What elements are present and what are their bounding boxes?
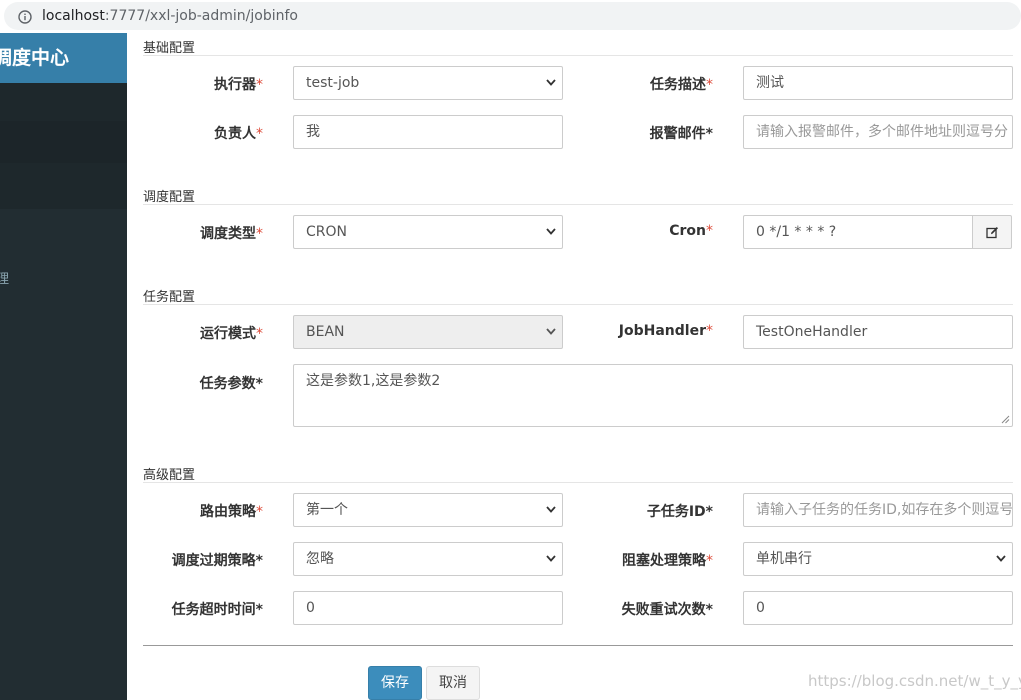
block-strategy-select[interactable]: 单机串行 [743,542,1013,576]
executor-value: test-job [306,75,360,91]
route-strategy-value: 第一个 [306,502,348,518]
section-divider [143,55,1013,56]
timeout-value: 0 [306,600,315,616]
url-host: localhost [42,8,105,24]
job-desc-input[interactable]: 测试 [743,66,1013,100]
cron-label: Cron* [669,223,713,239]
run-mode-value: BEAN [306,324,345,340]
run-mode-label: 运行模式* [200,326,263,342]
sidebar-item-label[interactable]: 理 [0,268,9,287]
alarm-email-input[interactable]: 请输入报警邮件，多个邮件地址则逗号分 [743,115,1013,149]
resize-handle-icon[interactable] [1001,415,1010,424]
misfire-strategy-value: 忽略 [306,551,334,567]
section-divider [143,482,1013,483]
chevron-down-icon [996,555,1006,562]
author-label: 负责人* [214,126,263,142]
brand-title: 调度中心 [0,47,70,69]
browser-address-bar: localhost:7777/xxl-job-admin/jobinfo [0,0,1021,33]
section-basic-title: 基础配置 [143,41,196,56]
child-job-id-label: 子任务ID* [646,504,713,520]
cron-value: 0 */1 * * * ? [756,224,837,240]
info-icon[interactable] [18,10,32,24]
child-job-id-input[interactable]: 请输入子任务的任务ID,如存在多个则逗号 [743,493,1013,527]
schedule-type-label: 调度类型* [200,226,263,242]
section-task-title: 任务配置 [143,290,196,305]
job-desc-label: 任务描述* [650,77,713,93]
job-handler-input[interactable]: TestOneHandler [743,315,1013,349]
schedule-type-value: CRON [306,224,347,240]
alarm-email-label: 报警邮件* [649,126,713,142]
url-bar[interactable]: localhost:7777/xxl-job-admin/jobinfo [4,2,1021,30]
block-strategy-label: 阻塞处理策略* [622,553,713,569]
cron-input[interactable]: 0 */1 * * * ? [743,215,973,249]
job-param-label: 任务参数* [199,376,263,392]
executor-label: 执行器* [214,77,263,93]
edit-icon [986,227,998,239]
route-strategy-label: 路由策略* [200,504,263,520]
section-advanced-title: 高级配置 [143,468,196,483]
url-text[interactable]: localhost:7777/xxl-job-admin/jobinfo [42,8,298,24]
author-value: 我 [306,124,320,140]
job-param-value: 这是参数1,这是参数2 [306,373,441,389]
misfire-strategy-label: 调度过期策略* [171,553,263,569]
child-job-id-placeholder: 请输入子任务的任务ID,如存在多个则逗号 [756,502,1013,518]
cron-edit-button[interactable] [972,215,1012,249]
sidebar-item[interactable] [0,163,127,209]
section-divider [143,304,1013,305]
fail-retry-input[interactable]: 0 [743,591,1013,625]
section-divider [143,204,1013,205]
job-handler-label: JobHandler* [618,323,713,339]
job-desc-value: 测试 [756,75,784,91]
timeout-label: 任务超时时间* [171,602,263,618]
alarm-email-placeholder: 请输入报警邮件，多个邮件地址则逗号分 [756,124,1008,140]
form-footer-divider [143,645,1013,646]
cancel-button[interactable]: 取消 [426,666,480,700]
fail-retry-label: 失败重试次数* [621,602,713,618]
job-edit-form: 基础配置 执行器* test-job 任务描述* 测试 负责人* 我 报警邮件*… [127,33,1021,700]
section-schedule-title: 调度配置 [143,190,196,205]
save-button[interactable]: 保存 [368,666,422,700]
watermark: https://blog.csdn.net/w_t_y_y [808,672,1021,690]
url-path: :7777/xxl-job-admin/jobinfo [104,8,298,24]
block-strategy-value: 单机串行 [756,551,812,567]
job-param-textarea[interactable]: 这是参数1,这是参数2 [293,364,1013,427]
job-handler-value: TestOneHandler [756,324,868,340]
fail-retry-value: 0 [756,600,765,616]
